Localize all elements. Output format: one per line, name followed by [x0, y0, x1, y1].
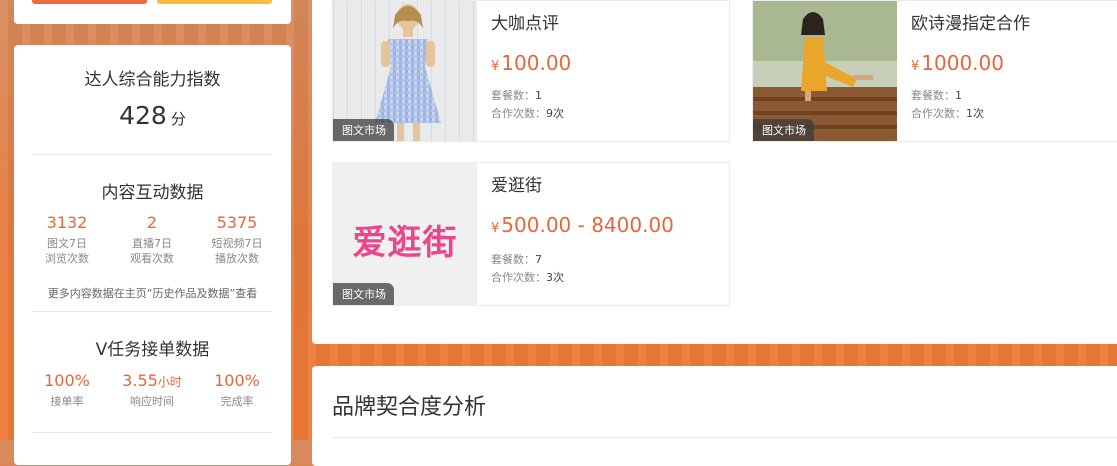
service-thumbnail: 图文市场: [333, 1, 477, 141]
brand-fit-card: 品牌契合度分析: [312, 366, 1117, 466]
service-item[interactable]: 图文市场 大咖点评 ¥100.00 套餐数：1 合作次数：9次: [332, 0, 730, 142]
stat-live-views: 2 直播7日 观看次数: [107, 213, 197, 266]
stat-completion-rate: 100% 完成率: [192, 371, 282, 409]
coop-count: 合作次数：9次: [491, 107, 564, 120]
market-tag: 图文市场: [333, 283, 394, 305]
vtask-title: V任务接单数据: [95, 340, 210, 360]
stat-label: 图文7日 浏览次数: [45, 237, 89, 265]
market-tag: 图文市场: [333, 119, 394, 141]
divider: [32, 432, 272, 433]
stat-label: 接单率: [50, 395, 84, 408]
stat-label: 短视频7日 播放次数: [211, 237, 263, 265]
coop-count: 合作次数：1次: [911, 107, 984, 120]
stat-value: 3.55小时: [122, 371, 182, 390]
stat-value: 3132: [46, 213, 88, 232]
package-count: 套餐数：1: [491, 89, 542, 102]
service-price: ¥1000.00: [911, 51, 1004, 75]
ability-title: 达人综合能力指数: [84, 70, 221, 90]
stat-label: 完成率: [220, 395, 254, 408]
service-title[interactable]: 爱逛街: [491, 171, 542, 196]
stat-graphic-views: 3132 图文7日 浏览次数: [22, 213, 112, 266]
service-title[interactable]: 大咖点评: [491, 9, 559, 34]
ability-score: 428 分: [14, 101, 291, 130]
stat-response-time: 3.55小时 响应时间: [107, 371, 197, 409]
stat-value: 100%: [214, 371, 260, 390]
service-thumbnail: 图文市场: [753, 1, 897, 141]
stat-label: 响应时间: [130, 395, 174, 408]
package-count: 套餐数：1: [911, 89, 962, 102]
divider: [332, 437, 1117, 438]
service-list-card: 图文市场 大咖点评 ¥100.00 套餐数：1 合作次数：9次 图文市场 欧诗漫…: [312, 0, 1117, 344]
service-item[interactable]: 图文市场 欧诗漫指定合作 ¥1000.00 套餐数：1 合作次数：1次: [752, 0, 1117, 142]
divider: [32, 154, 272, 155]
service-thumbnail: 爱逛街 图文市场: [333, 163, 477, 305]
stat-video-plays: 5375 短视频7日 播放次数: [192, 213, 282, 266]
primary-action-button[interactable]: [32, 0, 147, 4]
ability-score-value: 428: [119, 101, 167, 130]
stat-value: 2: [146, 213, 158, 232]
service-item[interactable]: 爱逛街 图文市场 爱逛街 ¥500.00 - 8400.00 套餐数：7 合作次…: [332, 162, 730, 306]
stat-value: 100%: [44, 371, 90, 390]
divider: [32, 311, 272, 312]
secondary-action-button[interactable]: [157, 0, 272, 4]
coop-count: 合作次数：3次: [491, 271, 564, 284]
stat-value: 5375: [216, 213, 258, 232]
influencer-stats-panel: 达人综合能力指数 428 分 内容互动数据 3132 图文7日 浏览次数 2 直播7…: [14, 45, 291, 465]
service-price: ¥500.00 - 8400.00: [491, 213, 674, 237]
service-title[interactable]: 欧诗漫指定合作: [911, 9, 1030, 34]
more-data-note: 更多内容数据在主页“历史作品及数据”查看: [47, 287, 258, 300]
ability-score-unit: 分: [170, 110, 186, 128]
package-count: 套餐数：7: [491, 253, 542, 266]
stat-label: 直播7日 观看次数: [130, 237, 174, 265]
market-tag: 图文市场: [753, 119, 814, 141]
content-data-title: 内容互动数据: [101, 183, 204, 203]
stat-accept-rate: 100% 接单率: [22, 371, 112, 409]
brand-logo: 爱逛街: [352, 223, 458, 263]
service-price: ¥100.00: [491, 51, 572, 75]
brand-fit-title: 品牌契合度分析: [332, 395, 487, 420]
